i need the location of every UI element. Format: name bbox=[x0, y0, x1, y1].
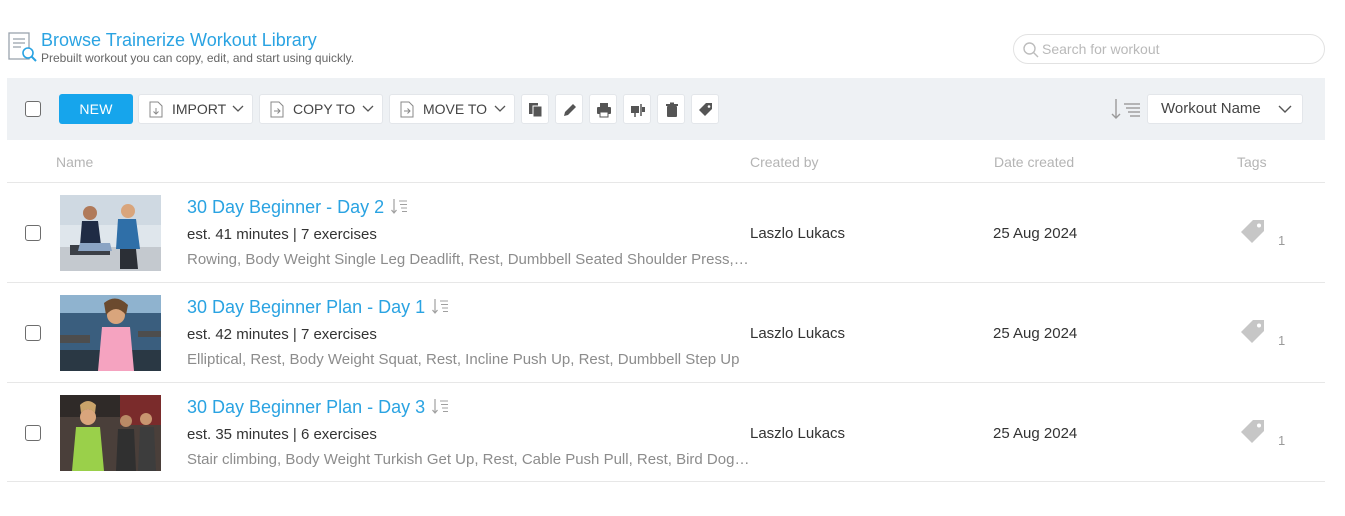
assign-button[interactable] bbox=[623, 94, 651, 124]
print-button[interactable] bbox=[589, 94, 617, 124]
copy-to-button[interactable]: COPY TO bbox=[259, 94, 383, 124]
sort-select[interactable]: Workout Name bbox=[1147, 94, 1303, 124]
sort-list-icon bbox=[432, 299, 449, 314]
workout-thumbnail[interactable] bbox=[60, 295, 161, 371]
tag-count: 1 bbox=[1278, 233, 1286, 248]
search-input[interactable] bbox=[1042, 39, 1312, 59]
search-box[interactable] bbox=[1013, 34, 1325, 64]
row-checkbox[interactable] bbox=[25, 425, 41, 441]
search-icon bbox=[1023, 42, 1039, 58]
created-by: Laszlo Lukacs bbox=[750, 425, 846, 442]
column-header-name[interactable]: Name bbox=[56, 154, 93, 170]
workout-title: 30 Day Beginner Plan - Day 1 bbox=[187, 297, 426, 317]
page-title: Browse Trainerize Workout Library bbox=[41, 30, 317, 50]
import-button[interactable]: IMPORT bbox=[138, 94, 253, 124]
move-file-icon bbox=[400, 101, 414, 118]
row-checkbox[interactable] bbox=[25, 325, 41, 341]
new-button[interactable]: NEW bbox=[59, 94, 133, 124]
chevron-down-icon bbox=[1278, 105, 1292, 113]
library-header: Browse Trainerize Workout Library Prebui… bbox=[8, 28, 1328, 68]
column-header-tags: Tags bbox=[1237, 154, 1267, 170]
table-row[interactable]: 30 Day Beginner Plan - Day 3 est. 35 min… bbox=[7, 382, 1325, 482]
duplicate-button[interactable] bbox=[521, 94, 549, 124]
pencil-icon bbox=[564, 104, 576, 116]
workout-exercises: Rowing, Body Weight Single Leg Deadlift,… bbox=[187, 251, 750, 268]
sort-select-value: Workout Name bbox=[1161, 100, 1261, 117]
workout-title-link[interactable]: 30 Day Beginner Plan - Day 3 bbox=[187, 397, 449, 418]
tag-icon[interactable] bbox=[1240, 219, 1266, 245]
workout-title: 30 Day Beginner - Day 2 bbox=[187, 197, 385, 217]
workout-meta: est. 42 minutes | 7 exercises bbox=[187, 326, 377, 343]
library-search-icon bbox=[8, 32, 37, 62]
move-to-label: MOVE TO bbox=[423, 101, 488, 117]
table-row[interactable]: 30 Day Beginner - Day 2 est. 41 minutes … bbox=[7, 182, 1325, 282]
trash-icon bbox=[666, 102, 678, 117]
move-to-button[interactable]: MOVE TO bbox=[389, 94, 515, 124]
duplicate-icon bbox=[529, 103, 543, 118]
tag-count: 1 bbox=[1278, 433, 1286, 448]
workout-title-link[interactable]: 30 Day Beginner Plan - Day 1 bbox=[187, 297, 449, 318]
copy-to-label: COPY TO bbox=[293, 101, 356, 117]
printer-icon bbox=[597, 103, 611, 118]
created-by: Laszlo Lukacs bbox=[750, 225, 846, 242]
date-created: 25 Aug 2024 bbox=[993, 225, 1078, 242]
copy-file-icon bbox=[270, 101, 284, 118]
delete-button[interactable] bbox=[657, 94, 685, 124]
chevron-down-icon bbox=[494, 105, 506, 112]
workout-exercises: Elliptical, Rest, Body Weight Squat, Res… bbox=[187, 351, 740, 368]
date-created: 25 Aug 2024 bbox=[993, 325, 1078, 342]
table-row[interactable]: 30 Day Beginner Plan - Day 1 est. 42 min… bbox=[7, 282, 1325, 382]
row-checkbox[interactable] bbox=[25, 225, 41, 241]
workout-thumbnail[interactable] bbox=[60, 195, 161, 271]
sort-list-icon bbox=[391, 199, 408, 214]
chevron-down-icon bbox=[232, 105, 244, 112]
import-label: IMPORT bbox=[172, 101, 227, 117]
page-subtitle: Prebuilt workout you can copy, edit, and… bbox=[41, 51, 355, 65]
assign-icon bbox=[631, 104, 645, 117]
workout-exercises: Stair climbing, Body Weight Turkish Get … bbox=[187, 451, 750, 468]
date-created: 25 Aug 2024 bbox=[993, 425, 1078, 442]
tag-icon bbox=[699, 103, 712, 116]
tag-button[interactable] bbox=[691, 94, 719, 124]
column-header-created-by[interactable]: Created by bbox=[750, 154, 818, 170]
column-header-date-created[interactable]: Date created bbox=[994, 154, 1074, 170]
import-icon bbox=[149, 101, 163, 118]
toolbar: NEW IMPORT COPY TO MOVE TO Workout Name bbox=[7, 78, 1325, 140]
tag-icon[interactable] bbox=[1240, 319, 1266, 345]
created-by: Laszlo Lukacs bbox=[750, 325, 846, 342]
tag-icon[interactable] bbox=[1240, 419, 1266, 445]
workout-thumbnail[interactable] bbox=[60, 395, 161, 471]
workout-title: 30 Day Beginner Plan - Day 3 bbox=[187, 397, 426, 417]
workout-meta: est. 35 minutes | 6 exercises bbox=[187, 426, 377, 443]
sort-order-icon[interactable] bbox=[1110, 96, 1142, 122]
chevron-down-icon bbox=[362, 105, 374, 112]
tag-count: 1 bbox=[1278, 333, 1286, 348]
workout-meta: est. 41 minutes | 7 exercises bbox=[187, 226, 377, 243]
workout-title-link[interactable]: 30 Day Beginner - Day 2 bbox=[187, 197, 408, 218]
edit-button[interactable] bbox=[555, 94, 583, 124]
select-all-checkbox[interactable] bbox=[25, 101, 41, 117]
sort-list-icon bbox=[432, 399, 449, 414]
